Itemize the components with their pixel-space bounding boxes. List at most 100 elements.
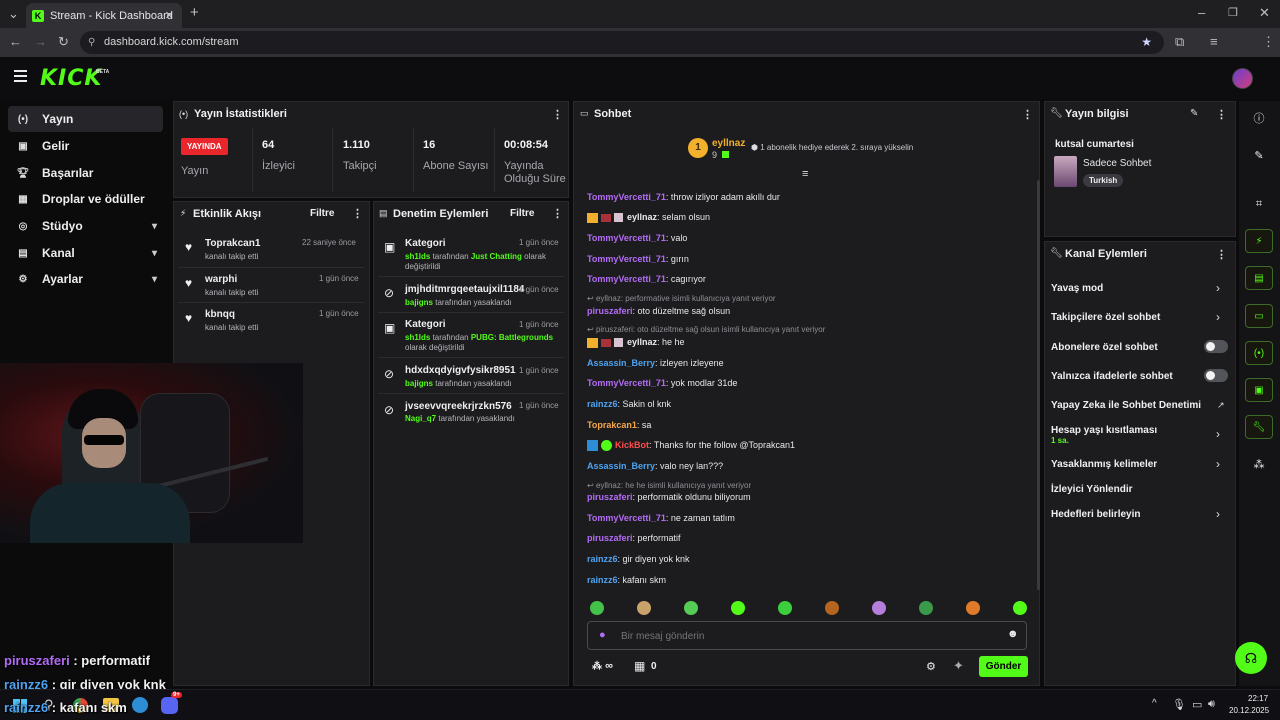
bookmark-star-icon[interactable]: ★ xyxy=(1141,31,1152,54)
display-tray-icon[interactable]: ▭ xyxy=(1192,698,1202,711)
chat-username[interactable]: rainzz6 xyxy=(587,575,618,585)
chat-username[interactable]: Toprakcan1 xyxy=(587,420,637,430)
edit-icon[interactable]: ✎ xyxy=(1245,143,1273,167)
chat-settings-icon[interactable]: ⚙ xyxy=(926,660,936,673)
lightning-icon[interactable]: ⚡︎ xyxy=(1245,229,1273,253)
emote-icon[interactable] xyxy=(825,601,839,615)
mod-item-title[interactable]: jmjhditmrgqeetaujxil1184 xyxy=(405,284,525,295)
minimize-icon[interactable]: – xyxy=(1198,6,1205,20)
activity-user[interactable]: kbnqq xyxy=(205,309,235,320)
emote-icon[interactable] xyxy=(684,601,698,615)
action-ai-moderation[interactable]: Yapay Zeka ile Sohbet Denetimi xyxy=(1051,400,1201,411)
support-chat-button[interactable]: ☊ xyxy=(1235,642,1267,674)
chat-username[interactable]: rainzz6 xyxy=(587,399,618,409)
action-raid[interactable]: İzleyici Yönlendir xyxy=(1051,484,1133,495)
media-icon[interactable]: ≡ xyxy=(1210,35,1218,49)
puzzle-icon[interactable]: ✦ xyxy=(953,658,964,674)
emote-icon[interactable] xyxy=(637,601,651,615)
emote-icon[interactable] xyxy=(778,601,792,615)
browser-tab[interactable]: K Stream - Kick Dashboard ✕ xyxy=(26,3,182,28)
chat-menu-icon[interactable]: ⋮ xyxy=(1022,108,1033,121)
broadcast-icon[interactable]: (•) xyxy=(1245,341,1273,365)
activity-user[interactable]: warphi xyxy=(205,274,237,285)
sidebar-item-studyo[interactable]: ◎ Stüdyo ▾ xyxy=(8,213,163,239)
chat-username[interactable]: rainzz6 xyxy=(587,554,618,564)
chat-scrollbar[interactable] xyxy=(1037,180,1040,590)
send-button[interactable]: Gönder xyxy=(979,656,1028,677)
chat-username[interactable]: TommyVercetti_71 xyxy=(587,254,666,264)
chevron-right-icon[interactable]: › xyxy=(1216,310,1220,324)
browser-menu-icon[interactable]: ⋮ xyxy=(1262,35,1275,49)
category-name[interactable]: Sadece Sohbet xyxy=(1083,158,1151,169)
sidebar-item-yayin[interactable]: (•) Yayın xyxy=(8,106,163,132)
channel-actions-menu-icon[interactable]: ⋮ xyxy=(1216,248,1227,261)
tray-chevron-icon[interactable]: ^ xyxy=(1152,698,1157,709)
chat-reply-context[interactable]: ↩ piruszaferi: oto düzeltme sağ olsun is… xyxy=(587,325,825,334)
chat-input[interactable] xyxy=(621,628,991,644)
close-window-icon[interactable]: ✕ xyxy=(1259,6,1270,20)
external-link-icon[interactable]: ↗ xyxy=(1217,400,1225,411)
back-icon[interactable]: ← xyxy=(9,35,22,49)
pinned-toggle-icon[interactable]: ≡ xyxy=(802,168,808,180)
chat-username[interactable]: Assassin_Berry xyxy=(587,358,655,368)
clock-time[interactable]: 22:17 xyxy=(1248,694,1268,703)
action-followers-only[interactable]: Takipçilere özel sohbet xyxy=(1051,312,1160,323)
tab-list-icon[interactable]: ⌄ xyxy=(8,7,19,21)
document-icon[interactable]: ▤ xyxy=(1245,266,1273,290)
maximize-icon[interactable]: ❐ xyxy=(1228,6,1238,20)
stream-info-menu-icon[interactable]: ⋮ xyxy=(1216,108,1227,121)
top-gifter-name[interactable]: eyllnaz xyxy=(712,138,745,149)
edit-pencil-icon[interactable]: ✎ xyxy=(1190,108,1198,119)
clock-date[interactable]: 20.12.2025 xyxy=(1229,706,1269,715)
chevron-right-icon[interactable]: › xyxy=(1216,281,1220,295)
tab-close-icon[interactable]: ✕ xyxy=(165,9,174,22)
info-icon[interactable]: ⓘ xyxy=(1245,106,1273,130)
activity-menu-icon[interactable]: ⋮ xyxy=(352,207,363,220)
moderation-filter-button[interactable]: Filtre xyxy=(510,208,534,219)
microphone-icon[interactable]: ● xyxy=(599,629,606,641)
stats-menu-icon[interactable]: ⋮ xyxy=(552,108,563,121)
action-banned-words[interactable]: Yasaklanmış kelimeler xyxy=(1051,459,1157,470)
reload-icon[interactable]: ↻ xyxy=(58,35,69,49)
app-taskbar-icon[interactable] xyxy=(132,697,148,713)
chat-username[interactable]: TommyVercetti_71 xyxy=(587,233,666,243)
mod-actor[interactable]: Nagi_q7 xyxy=(405,414,436,423)
layout-icon[interactable]: ▣ xyxy=(1245,378,1273,402)
chat-username[interactable]: Assassin_Berry xyxy=(587,461,655,471)
sidebar-item-gelir[interactable]: ▣ Gelir xyxy=(8,133,163,159)
discord-taskbar-icon[interactable] xyxy=(161,697,178,714)
chat-username[interactable]: piruszaferi xyxy=(587,533,633,543)
sidebar-item-kanal[interactable]: ▤ Kanal ▾ xyxy=(8,240,163,266)
emote-icon[interactable] xyxy=(966,601,980,615)
forward-icon[interactable]: → xyxy=(34,35,47,49)
emote-icon[interactable] xyxy=(872,601,886,615)
activity-user[interactable]: Toprakcan1 xyxy=(205,238,260,249)
url-field[interactable]: ⚲ dashboard.kick.com/stream ★ xyxy=(80,31,1164,54)
chevron-right-icon[interactable]: › xyxy=(1216,507,1220,521)
action-slow-mode[interactable]: Yavaş mod xyxy=(1051,283,1103,294)
chat-icon[interactable]: ▭ xyxy=(1245,304,1273,328)
volume-tray-icon[interactable]: 🔊︎ xyxy=(1208,698,1215,711)
activity-filter-button[interactable]: Filtre xyxy=(310,208,334,219)
mic-tray-icon[interactable]: 🎙︎ xyxy=(1172,698,1186,711)
chat-username[interactable]: TommyVercetti_71 xyxy=(587,274,666,284)
action-account-age[interactable]: Hesap yaşı kısıtlaması xyxy=(1051,425,1157,436)
mod-actor[interactable]: bajigns xyxy=(405,298,433,307)
chat-username[interactable]: TommyVercetti_71 xyxy=(587,378,666,388)
emote-only-toggle[interactable] xyxy=(1204,369,1228,382)
emote-icon[interactable] xyxy=(919,601,933,615)
chevron-right-icon[interactable]: › xyxy=(1216,457,1220,471)
chat-username[interactable]: piruszaferi xyxy=(587,306,633,316)
mod-actor[interactable]: sh1lds xyxy=(405,252,430,261)
shop-icon[interactable]: ▦ xyxy=(634,659,645,673)
mod-actor[interactable]: sh1lds xyxy=(405,333,430,342)
mod-item-title[interactable]: jvseevvqreekrjrzkn576 xyxy=(405,401,512,412)
wrench-icon[interactable]: 🔧︎ xyxy=(1245,415,1273,439)
chevron-right-icon[interactable]: › xyxy=(1216,427,1220,441)
moderation-menu-icon[interactable]: ⋮ xyxy=(552,207,563,220)
chat-reply-context[interactable]: ↩ eyllnaz: performative isimli kullanıcı… xyxy=(587,294,776,303)
hamburger-menu-icon[interactable] xyxy=(14,70,27,82)
site-info-icon[interactable]: ⚲ xyxy=(88,31,95,54)
emote-icon[interactable] xyxy=(590,601,604,615)
chat-username[interactable]: TommyVercetti_71 xyxy=(587,192,666,202)
